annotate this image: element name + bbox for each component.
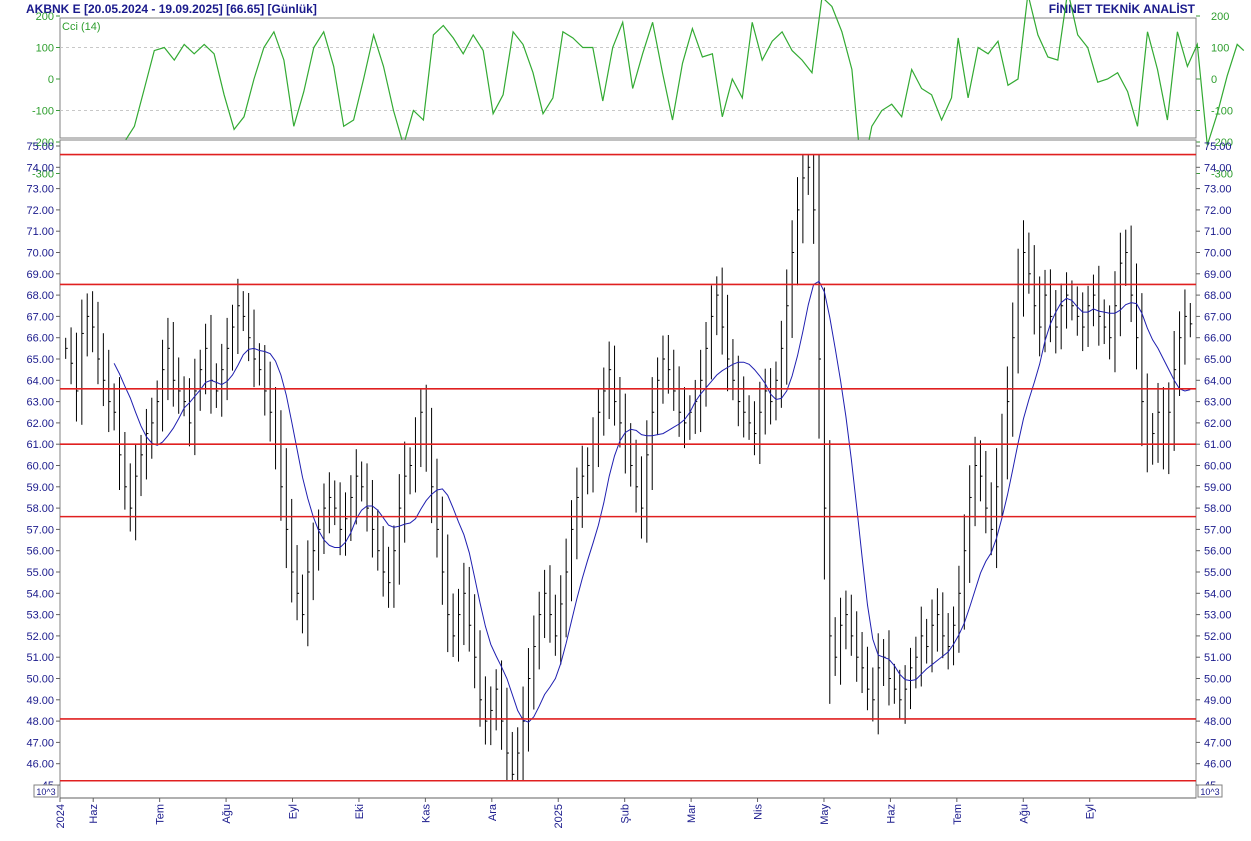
x-tick-label: 2025 xyxy=(553,804,565,828)
cci-tick-label-left: 100 xyxy=(36,43,54,55)
cci-tick-label-left: 0 xyxy=(48,74,54,86)
price-tick-label-left: 62.00 xyxy=(26,418,54,430)
price-tick-label-left: 57.00 xyxy=(26,524,54,536)
cci-tick-label-right: 200 xyxy=(1211,11,1229,23)
cci-tick-label-left: 200 xyxy=(36,11,54,23)
price-tick-label-right: 49.00 xyxy=(1204,695,1232,707)
price-tick-label-left: 48.00 xyxy=(26,716,54,728)
price-tick-label-right: 66.00 xyxy=(1204,333,1232,345)
cci-tick-label-right: -100 xyxy=(1211,106,1233,118)
price-tick-label-left: 74.00 xyxy=(26,162,54,174)
price-tick-label-right: 61.00 xyxy=(1204,439,1232,451)
x-tick-label: Tem xyxy=(952,804,964,825)
price-tick-label-right: 73.00 xyxy=(1204,184,1232,196)
price-tick-label-right: 64.00 xyxy=(1204,375,1232,387)
price-tick-label-right: 57.00 xyxy=(1204,524,1232,536)
cci-tick-label-left: -100 xyxy=(32,106,54,118)
price-tick-label-left: 69.00 xyxy=(26,269,54,281)
cci-tick-label-right: 0 xyxy=(1211,74,1217,86)
scale-label: 10^3 xyxy=(36,787,55,797)
price-tick-label-left: 70.00 xyxy=(26,248,54,260)
price-tick-label-right: 55.00 xyxy=(1204,567,1232,579)
x-axis: 2024 Haz Tem Ağu Eyl Eki Kas Ara 2025 Şub Mar Nis Ma… xyxy=(55,797,1196,828)
price-tick-label-left: 61.00 xyxy=(26,439,54,451)
x-tick-label: Ara xyxy=(487,803,499,821)
price-tick-label-right: 53.00 xyxy=(1204,610,1232,622)
price-tick-label-right: 69.00 xyxy=(1204,269,1232,281)
price-tick-label-right: 65.00 xyxy=(1204,354,1232,366)
price-tick-label-right: 48.00 xyxy=(1204,716,1232,728)
x-tick-label: Kas xyxy=(420,804,432,823)
cci-tick-label-right: 100 xyxy=(1211,43,1229,55)
cci-title: Cci (14) xyxy=(62,21,101,33)
price-tick-label-left: 59.00 xyxy=(26,482,54,494)
x-tick-label: Nis xyxy=(753,804,765,820)
price-plot-frame xyxy=(59,139,1197,799)
price-tick-label-right: 52.00 xyxy=(1204,631,1232,643)
price-tick-label-right: 58.00 xyxy=(1204,503,1232,515)
price-tick-label-right: 56.00 xyxy=(1204,546,1232,558)
price-tick-label-left: 54.00 xyxy=(26,588,54,600)
price-tick-label-left: 71.00 xyxy=(26,226,54,238)
price-tick-label-left: 53.00 xyxy=(26,610,54,622)
price-tick-label-right: 47.00 xyxy=(1204,737,1232,749)
x-tick-label: Mar xyxy=(686,804,698,823)
price-tick-label-left: 51.00 xyxy=(26,652,54,664)
price-tick-label-left: 49.00 xyxy=(26,695,54,707)
x-tick-label: Haz xyxy=(885,804,897,824)
price-tick-label-left: 46.00 xyxy=(26,759,54,771)
x-tick-label: Eyl xyxy=(1085,804,1097,819)
price-tick-label-right: 72.00 xyxy=(1204,205,1232,217)
x-tick-label: May xyxy=(819,804,831,825)
price-panel: 75.00 75.00 74.00 74.00 73.00 73.00 72.00 72.00… xyxy=(26,139,1232,799)
stock-chart: 30030020020010010000-100-100-200-200-300… xyxy=(26,0,1245,828)
price-tick-label-left: 52.00 xyxy=(26,631,54,643)
x-tick-label: 2024 xyxy=(55,804,67,828)
price-tick-label-left: 68.00 xyxy=(26,290,54,302)
scale-label: 10^3 xyxy=(1200,787,1219,797)
cci-plot-frame xyxy=(59,17,1197,139)
price-tick-label-left: 47.00 xyxy=(26,737,54,749)
x-tick-label: Haz xyxy=(88,804,100,824)
price-tick-label-right: 74.00 xyxy=(1204,162,1232,174)
price-tick-label-right: 70.00 xyxy=(1204,248,1232,260)
x-tick-label: Tem xyxy=(155,804,167,825)
price-tick-label-left: 56.00 xyxy=(26,546,54,558)
price-tick-label-right: 50.00 xyxy=(1204,674,1232,686)
x-tick-label: Şub xyxy=(620,804,632,824)
x-tick-label: Ağu xyxy=(1018,804,1030,824)
price-tick-label-left: 60.00 xyxy=(26,461,54,473)
price-tick-label-right: 46.00 xyxy=(1204,759,1232,771)
price-tick-label-left: 75.00 xyxy=(26,141,54,153)
x-tick-label: Ağu xyxy=(221,804,233,824)
price-tick-label-right: 71.00 xyxy=(1204,226,1232,238)
price-tick-label-right: 62.00 xyxy=(1204,418,1232,430)
price-tick-label-left: 65.00 xyxy=(26,354,54,366)
price-tick-label-right: 54.00 xyxy=(1204,588,1232,600)
price-tick-label-left: 67.00 xyxy=(26,311,54,323)
price-tick-label-right: 63.00 xyxy=(1204,397,1232,409)
price-tick-label-left: 55.00 xyxy=(26,567,54,579)
x-tick-label: Eyl xyxy=(288,804,300,819)
price-tick-label-left: 66.00 xyxy=(26,333,54,345)
price-tick-label-right: 51.00 xyxy=(1204,652,1232,664)
price-tick-label-left: 72.00 xyxy=(26,205,54,217)
price-tick-label-left: 58.00 xyxy=(26,503,54,515)
price-tick-label-right: 60.00 xyxy=(1204,461,1232,473)
x-tick-label: Eki xyxy=(354,804,366,819)
price-tick-label-left: 64.00 xyxy=(26,375,54,387)
price-tick-label-left: 50.00 xyxy=(26,674,54,686)
price-tick-label-right: 59.00 xyxy=(1204,482,1232,494)
price-tick-label-left: 63.00 xyxy=(26,397,54,409)
price-tick-label-right: 75.00 xyxy=(1204,141,1232,153)
price-tick-label-right: 68.00 xyxy=(1204,290,1232,302)
price-tick-label-left: 73.00 xyxy=(26,184,54,196)
price-tick-label-right: 67.00 xyxy=(1204,311,1232,323)
